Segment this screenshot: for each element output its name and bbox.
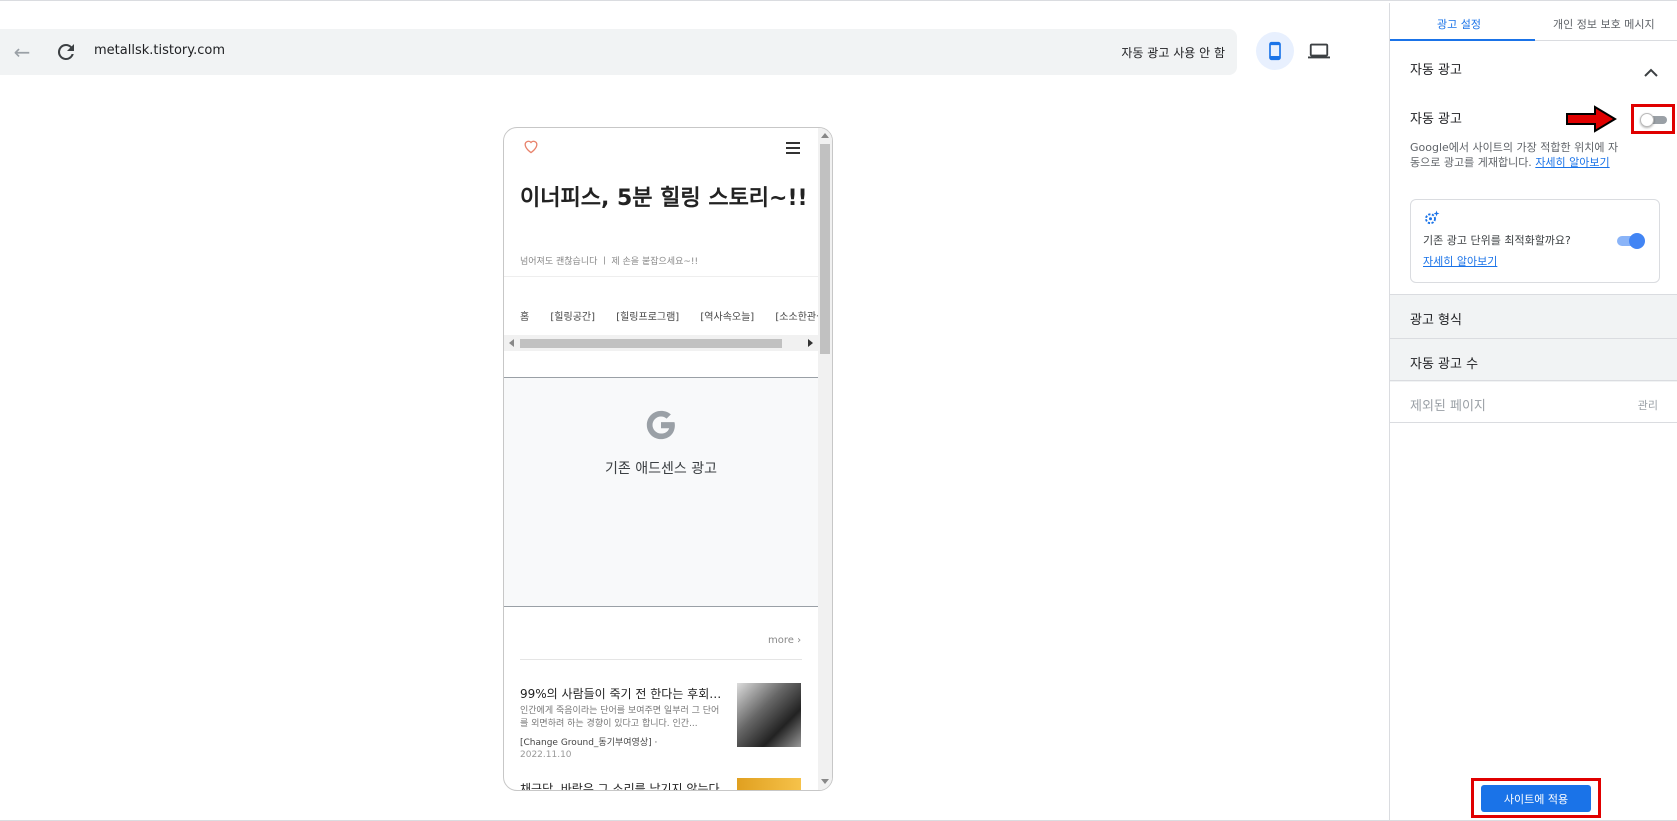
ad-format-label: 광고 형식 [1410, 313, 1462, 328]
blog-subtitle: 넘어져도 괜찮습니다 ㅣ 제 손을 붙잡으세요~!! [520, 257, 699, 267]
preview-area: ← metallsk.tistory.com 자동 광고 사용 안 함 이너피스… [0, 3, 1389, 821]
mobile-page-content: 이너피스, 5분 힐링 스토리~!! 넘어져도 괜찮습니다 ㅣ 제 손을 붙잡으… [504, 128, 818, 790]
auto-ads-toggle[interactable] [1640, 113, 1667, 127]
red-arrow-annotation-icon [1565, 105, 1617, 133]
optimize-learn-more-link[interactable]: 자세히 알아보기 [1423, 253, 1497, 269]
excluded-pages-section: 제외된 페이지 관리 [1390, 380, 1677, 424]
menu-icon[interactable] [786, 142, 800, 154]
nav-item-healing-program[interactable]: [힐링프로그램] [616, 312, 679, 323]
more-link[interactable]: more › [768, 635, 801, 646]
post-thumbnail[interactable] [737, 683, 801, 747]
ad-count-section[interactable]: 자동 광고 수 [1390, 338, 1677, 382]
nav-item-healing-space[interactable]: [힐링공간] [550, 312, 595, 323]
nav-item-small-interest[interactable]: [소소한관심] [775, 312, 818, 323]
mobile-preview-frame: 이너피스, 5분 힐링 스토리~!! 넘어져도 괜찮습니다 ㅣ 제 손을 붙잡으… [503, 127, 833, 791]
preview-url-bar: ← metallsk.tistory.com 자동 광고 사용 안 함 [0, 29, 1237, 75]
header-divider [504, 276, 818, 277]
auto-ads-status: 자동 광고 사용 안 함 [1121, 46, 1225, 60]
toggle-knob [1640, 113, 1654, 127]
nav-horizontal-scrollbar[interactable] [504, 335, 818, 351]
auto-ads-toggle-label: 자동 광고 [1410, 112, 1462, 127]
auto-ads-section-header[interactable]: 자동 광고 [1410, 59, 1462, 78]
reload-icon[interactable] [54, 40, 78, 64]
laptop-icon [1308, 43, 1330, 59]
post-category: [Change Ground_동기부여영상] · [520, 738, 658, 748]
toggle-knob [1629, 233, 1645, 249]
auto-ads-toggle-highlight [1631, 104, 1675, 134]
desktop-view-button[interactable] [1300, 32, 1338, 70]
apply-button-highlight: 사이트에 적용 [1471, 778, 1601, 818]
existing-ad-label: 기존 애드센스 광고 [605, 461, 717, 477]
apply-to-site-button[interactable]: 사이트에 적용 [1481, 785, 1591, 812]
scroll-up-icon[interactable] [821, 133, 829, 138]
auto-ads-description: Google에서 사이트의 가장 적합한 위치에 자동으로 광고를 게재합니다.… [1410, 140, 1620, 170]
nav-scroll-thumb[interactable] [520, 339, 782, 348]
active-tab-indicator [1390, 39, 1535, 41]
ad-format-section[interactable]: 광고 형식 [1390, 294, 1677, 338]
google-g-icon [644, 408, 678, 442]
list-item[interactable]: 99%의 사람들이 죽기 전 한다는 후회, ... 인간에게 죽음이라는 단어… [520, 685, 725, 760]
vertical-scrollbar[interactable] [818, 128, 832, 790]
existing-adsense-ad-placeholder: 기존 애드센스 광고 [504, 377, 818, 607]
post-thumbnail[interactable] [737, 778, 801, 790]
chevron-up-icon[interactable] [1644, 63, 1658, 77]
manage-link[interactable]: 관리 [1638, 397, 1658, 413]
settings-panel: 광고 설정 개인 정보 보호 메시지 자동 광고 자동 광고 Google에서 … [1389, 3, 1677, 821]
tab-ad-settings[interactable]: 광고 설정 [1437, 16, 1481, 32]
optimize-ad-units-card: 기존 광고 단위를 최적화할까요? 자세히 알아보기 [1410, 199, 1660, 283]
sparkle-gear-icon [1423, 209, 1441, 227]
post-title[interactable]: 채근담, 바람은 그 소리를 남기지 않는다 [520, 780, 720, 790]
nav-item-history-today[interactable]: [역사속오늘] [700, 312, 754, 323]
excluded-pages-label: 제외된 페이지 [1410, 399, 1486, 414]
list-divider [520, 659, 802, 660]
vertical-scroll-thumb[interactable] [820, 144, 830, 354]
scroll-down-icon[interactable] [821, 779, 829, 784]
nav-item-home[interactable]: 홈 [520, 312, 529, 323]
blog-nav: 홈 [힐링공간] [힐링프로그램] [역사속오늘] [소소한관심] [520, 308, 818, 323]
post-date: 2022.11.10 [520, 750, 572, 760]
smartphone-icon [1269, 41, 1281, 61]
blog-title: 이너피스, 5분 힐링 스토리~!! [520, 186, 808, 211]
heart-icon[interactable] [522, 138, 540, 154]
preview-url: metallsk.tistory.com [94, 43, 225, 58]
post-excerpt: 인간에게 죽음이라는 단어를 보여주면 일부러 그 단어를 외면하려 하는 경향… [520, 706, 720, 729]
panel-tabs: 광고 설정 개인 정보 보호 메시지 [1390, 3, 1677, 41]
post-title[interactable]: 99%의 사람들이 죽기 전 한다는 후회, ... [520, 685, 725, 702]
section-divider [1390, 422, 1677, 423]
ad-count-label: 자동 광고 수 [1410, 357, 1479, 372]
optimize-label: 기존 광고 단위를 최적화할까요? [1423, 234, 1571, 247]
mobile-view-button[interactable] [1256, 32, 1294, 70]
scroll-left-icon[interactable] [509, 339, 514, 347]
learn-more-link[interactable]: 자세히 알아보기 [1535, 156, 1609, 169]
scroll-right-icon[interactable] [808, 339, 813, 347]
optimize-toggle[interactable] [1617, 233, 1645, 249]
tab-privacy-messages[interactable]: 개인 정보 보호 메시지 [1553, 16, 1655, 32]
back-arrow-icon[interactable]: ← [10, 40, 34, 64]
